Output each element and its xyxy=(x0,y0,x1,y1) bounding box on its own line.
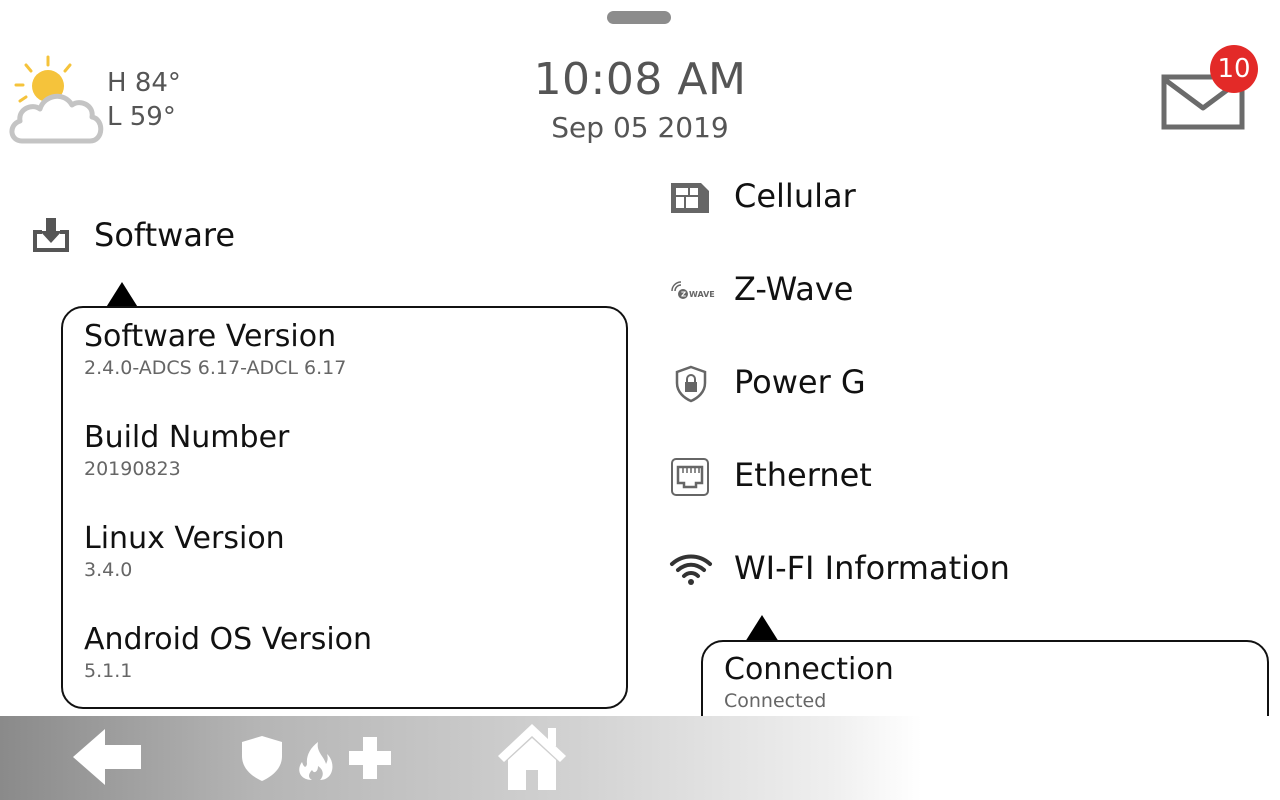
weather-temperatures: H 84° L 59° xyxy=(107,66,181,134)
clock-time: 10:08 AM xyxy=(533,54,747,105)
linux-version-title: Linux Version xyxy=(84,521,285,556)
menu-item-zwave[interactable]: Z-Wave xyxy=(734,270,853,308)
android-version-title: Android OS Version xyxy=(84,622,373,657)
menu-item-power-g[interactable]: Power G xyxy=(734,363,866,401)
connection-row: Connection Connected xyxy=(724,652,894,713)
emergency-icon[interactable] xyxy=(240,734,402,782)
software-section-label[interactable]: Software xyxy=(94,216,235,254)
software-version-row: Software Version 2.4.0-ADCS 6.17-ADCL 6.… xyxy=(84,319,346,380)
build-number-value: 20190823 xyxy=(84,458,181,480)
menu-item-cellular[interactable]: Cellular xyxy=(734,177,856,215)
software-details-panel: Software Version 2.4.0-ADCS 6.17-ADCL 6.… xyxy=(61,306,628,709)
bottom-navigation-bar xyxy=(0,716,1280,800)
build-number-title: Build Number xyxy=(84,420,290,455)
linux-version-value: 3.4.0 xyxy=(84,559,133,581)
wifi-icon xyxy=(669,552,713,586)
low-temperature: L 59° xyxy=(107,102,176,132)
linux-version-row: Linux Version 3.4.0 xyxy=(84,521,285,582)
pull-down-handle[interactable] xyxy=(607,11,671,24)
wifi-panel-pointer xyxy=(745,615,779,642)
message-count-badge[interactable]: 10 xyxy=(1210,45,1258,93)
ethernet-port-icon xyxy=(670,457,710,497)
back-arrow-icon[interactable] xyxy=(73,729,143,785)
zwave-icon: Z WAVE xyxy=(669,281,715,301)
android-version-value: 5.1.1 xyxy=(84,660,133,682)
build-number-row: Build Number 20190823 xyxy=(84,420,289,481)
svg-text:WAVE: WAVE xyxy=(689,290,715,299)
android-version-row: Android OS Version 5.1.1 xyxy=(84,622,372,683)
menu-item-wifi-information[interactable]: WI-FI Information xyxy=(734,549,1010,587)
software-version-value: 2.4.0-ADCS 6.17-ADCL 6.17 xyxy=(84,357,347,379)
download-tray-icon xyxy=(30,216,72,254)
home-icon[interactable] xyxy=(496,722,568,792)
partly-cloudy-icon[interactable] xyxy=(8,55,108,147)
menu-item-ethernet[interactable]: Ethernet xyxy=(734,456,872,494)
software-panel-pointer xyxy=(105,282,139,309)
cellular-icon xyxy=(669,181,711,215)
shield-lock-icon xyxy=(674,365,708,403)
software-version-title: Software Version xyxy=(84,319,337,354)
svg-text:Z: Z xyxy=(681,291,686,299)
clock-date: Sep 05 2019 xyxy=(551,111,729,144)
connection-value: Connected xyxy=(724,690,827,712)
high-temperature: H 84° xyxy=(107,68,181,98)
connection-title: Connection xyxy=(724,652,894,687)
